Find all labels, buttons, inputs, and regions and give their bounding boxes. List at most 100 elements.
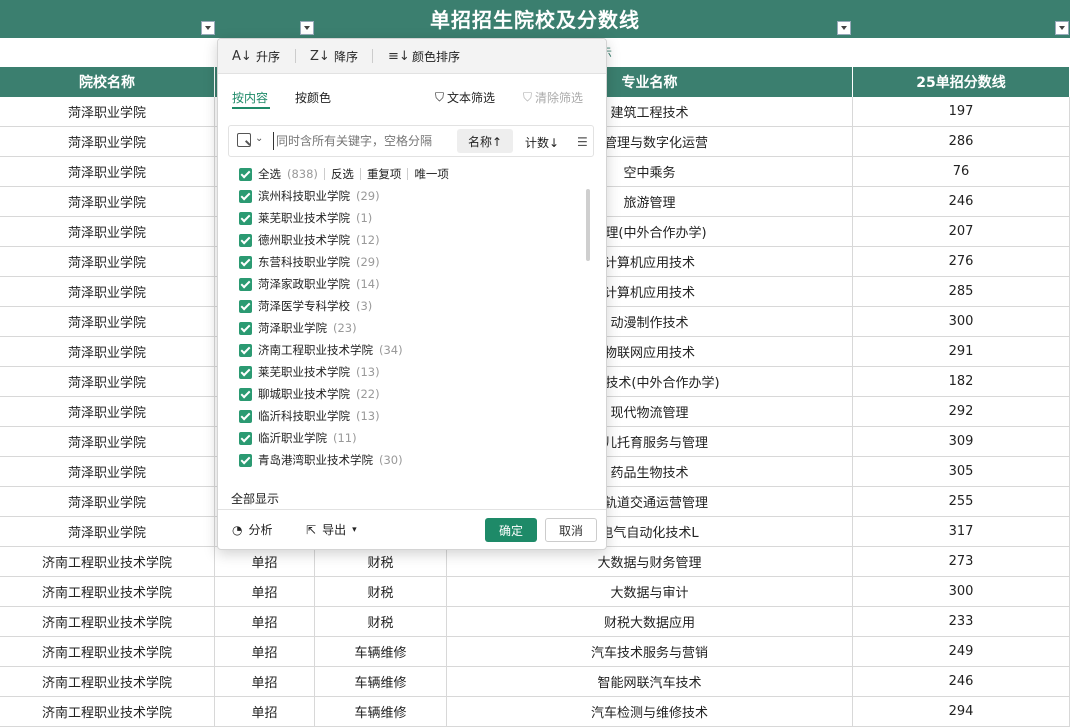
table-cell[interactable]: 大数据与审计	[447, 577, 853, 606]
table-cell[interactable]: 济南工程职业技术学院	[0, 577, 215, 606]
table-cell[interactable]: 292	[853, 397, 1070, 426]
options-icon[interactable]: ☰	[577, 135, 588, 149]
filter-list-item[interactable]: 青岛港湾职业技术学院 (30)	[228, 449, 594, 471]
checkbox[interactable]	[239, 211, 252, 225]
invert-selection-button[interactable]: 反选	[323, 168, 360, 180]
list-scrollbar[interactable]	[586, 189, 590, 261]
table-cell[interactable]: 285	[853, 277, 1070, 306]
filter-list-item[interactable]: 莱芜职业技术学院 (1)	[228, 207, 594, 229]
table-cell[interactable]: 财税大数据应用	[447, 607, 853, 636]
table-cell[interactable]: 单招	[215, 667, 315, 696]
table-cell[interactable]: 菏泽职业学院	[0, 427, 215, 456]
checkbox[interactable]	[239, 387, 252, 401]
table-cell[interactable]: 菏泽职业学院	[0, 517, 215, 546]
filter-dropdown-button-5[interactable]	[1055, 21, 1069, 35]
clear-filter-button[interactable]: ⛉ 清除筛选	[523, 89, 583, 106]
table-cell[interactable]: 济南工程职业技术学院	[0, 697, 215, 726]
filter-list-item[interactable]: 聊城职业技术学院 (22)	[228, 383, 594, 405]
sort-by-name-button[interactable]: 名称↑	[457, 129, 513, 153]
table-cell[interactable]: 菏泽职业学院	[0, 307, 215, 336]
table-cell[interactable]: 单招	[215, 577, 315, 606]
sort-by-count-button[interactable]: 计数↓	[525, 134, 559, 151]
table-cell[interactable]: 汽车技术服务与营销	[447, 637, 853, 666]
table-cell[interactable]: 294	[853, 697, 1070, 726]
filter-list-item[interactable]: 东营科技职业学院 (29)	[228, 251, 594, 273]
table-cell[interactable]: 255	[853, 487, 1070, 516]
table-cell[interactable]: 菏泽职业学院	[0, 277, 215, 306]
table-cell[interactable]: 菏泽职业学院	[0, 367, 215, 396]
column-header-score[interactable]: 25单招分数线	[853, 67, 1070, 97]
chevron-down-icon[interactable]: ⌄	[255, 133, 263, 144]
table-cell[interactable]: 246	[853, 187, 1070, 216]
table-cell[interactable]: 汽车检测与维修技术	[447, 697, 853, 726]
table-cell[interactable]: 单招	[215, 637, 315, 666]
filter-list-item[interactable]: 临沂科技职业学院 (13)	[228, 405, 594, 427]
table-cell[interactable]: 财税	[315, 607, 447, 636]
table-cell[interactable]: 207	[853, 217, 1070, 246]
table-cell[interactable]: 济南工程职业技术学院	[0, 667, 215, 696]
search-input[interactable]	[273, 132, 450, 150]
filter-list-item[interactable]: 德州职业技术学院 (12)	[228, 229, 594, 251]
filter-list-item[interactable]: 菏泽职业学院 (23)	[228, 317, 594, 339]
table-cell[interactable]: 233	[853, 607, 1070, 636]
table-cell[interactable]: 317	[853, 517, 1070, 546]
table-cell[interactable]: 菏泽职业学院	[0, 157, 215, 186]
table-cell[interactable]: 济南工程职业技术学院	[0, 607, 215, 636]
table-cell[interactable]: 单招	[215, 607, 315, 636]
filter-list-item[interactable]: 菏泽家政职业学院 (14)	[228, 273, 594, 295]
cancel-button[interactable]: 取消	[545, 518, 597, 542]
checkbox[interactable]	[239, 409, 252, 423]
select-all-label[interactable]: 全选	[258, 166, 281, 182]
table-cell[interactable]: 济南工程职业技术学院	[0, 547, 215, 576]
ok-button[interactable]: 确定	[485, 518, 537, 542]
table-cell[interactable]: 菏泽职业学院	[0, 457, 215, 486]
table-cell[interactable]: 300	[853, 577, 1070, 606]
table-cell[interactable]: 309	[853, 427, 1070, 456]
text-filter-button[interactable]: ⛉ 文本筛选	[435, 89, 495, 106]
table-cell[interactable]: 单招	[215, 547, 315, 576]
filter-list-item[interactable]: 菏泽医学专科学校 (3)	[228, 295, 594, 317]
table-cell[interactable]: 车辆维修	[315, 667, 447, 696]
table-cell[interactable]: 济南工程职业技术学院	[0, 637, 215, 666]
table-cell[interactable]: 大数据与财务管理	[447, 547, 853, 576]
table-cell[interactable]: 菏泽职业学院	[0, 187, 215, 216]
table-cell[interactable]: 182	[853, 367, 1070, 396]
analyze-button[interactable]: ◔ 分析	[232, 521, 273, 538]
table-cell[interactable]: 车辆维修	[315, 697, 447, 726]
table-cell[interactable]: 286	[853, 127, 1070, 156]
search-icon[interactable]	[237, 133, 251, 147]
table-cell[interactable]: 276	[853, 247, 1070, 276]
checkbox[interactable]	[239, 277, 252, 291]
show-all-button[interactable]: 全部显示	[231, 490, 279, 507]
select-all-checkbox[interactable]	[239, 167, 252, 181]
filter-dropdown-button-2[interactable]	[300, 21, 314, 35]
column-header-school[interactable]: 院校名称	[0, 67, 215, 97]
checkbox[interactable]	[239, 453, 252, 467]
table-cell[interactable]: 291	[853, 337, 1070, 366]
table-cell[interactable]: 273	[853, 547, 1070, 576]
table-cell[interactable]: 财税	[315, 577, 447, 606]
table-cell[interactable]: 76	[853, 157, 1070, 186]
checkbox[interactable]	[239, 233, 252, 247]
table-cell[interactable]: 菏泽职业学院	[0, 247, 215, 276]
sort-by-color-button[interactable]: ≡↓ 颜色排序	[388, 48, 460, 65]
sort-ascending-button[interactable]: A↓ 升序	[232, 48, 280, 65]
filter-dropdown-button-1[interactable]	[201, 21, 215, 35]
checkbox[interactable]	[239, 189, 252, 203]
tab-by-content[interactable]: 按内容	[232, 89, 268, 106]
checkbox[interactable]	[239, 343, 252, 357]
duplicates-button[interactable]: 重复项	[359, 168, 408, 180]
checkbox[interactable]	[239, 365, 252, 379]
table-cell[interactable]: 305	[853, 457, 1070, 486]
table-cell[interactable]: 菏泽职业学院	[0, 487, 215, 516]
table-cell[interactable]: 246	[853, 667, 1070, 696]
table-cell[interactable]: 197	[853, 97, 1070, 126]
checkbox[interactable]	[239, 299, 252, 313]
table-cell[interactable]: 车辆维修	[315, 637, 447, 666]
table-cell[interactable]: 菏泽职业学院	[0, 127, 215, 156]
tab-by-color[interactable]: 按颜色	[295, 89, 331, 106]
table-cell[interactable]: 智能网联汽车技术	[447, 667, 853, 696]
filter-list-item[interactable]: 滨州科技职业学院 (29)	[228, 185, 594, 207]
filter-list-item[interactable]: 济南工程职业技术学院 (34)	[228, 339, 594, 361]
export-button[interactable]: ⇱ 导出 ▾	[306, 521, 357, 538]
